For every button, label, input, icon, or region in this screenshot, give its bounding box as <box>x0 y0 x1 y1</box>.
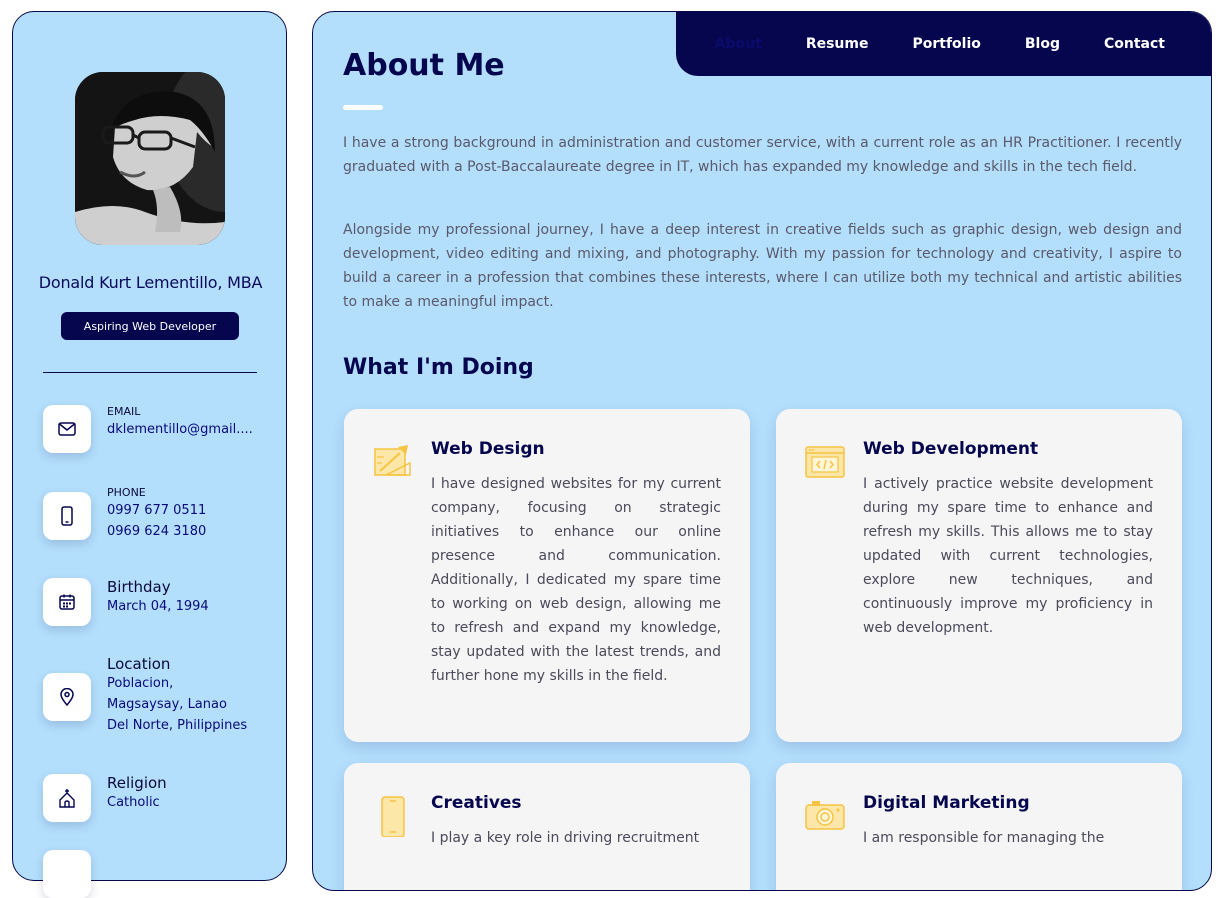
church-icon <box>43 774 91 822</box>
camera-icon <box>804 795 846 837</box>
contact-birthday-label: Birthday <box>107 578 171 596</box>
nav-contact[interactable]: Contact <box>1104 36 1165 52</box>
contact-birthday-value: March 04, 1994 <box>107 599 209 614</box>
service-text-creatives: I play a key role in driving recruitment <box>431 830 700 846</box>
phone-icon <box>43 492 91 540</box>
service-card-digital-marketing: Digital Marketing I am responsible for m… <box>776 763 1182 890</box>
service-title-creatives: Creatives <box>431 793 522 813</box>
nav-about[interactable]: About <box>715 36 762 52</box>
contact-email-label: EMAIL <box>107 405 141 418</box>
nav-blog[interactable]: Blog <box>1025 36 1060 52</box>
service-text-digital-marketing: I am responsible for managing the <box>863 830 1105 846</box>
about-paragraph-2: Alongside my professional journey, I hav… <box>343 222 1182 310</box>
contact-email-link[interactable]: dklementillo@gmail.... <box>107 419 253 440</box>
code-window-icon <box>804 441 846 483</box>
about-paragraph-1: I have a strong background in administra… <box>343 135 1182 175</box>
nav-resume[interactable]: Resume <box>806 36 869 52</box>
calendar-icon <box>43 578 91 626</box>
top-navbar: About Resume Portfolio Blog Contact <box>676 12 1211 76</box>
contact-location-label: Location <box>107 655 171 673</box>
location-pin-icon <box>43 673 91 721</box>
nav-portfolio[interactable]: Portfolio <box>912 36 980 52</box>
profile-title-badge: Aspiring Web Developer <box>61 312 239 340</box>
service-card-web-design: Web Design I have designed websites for … <box>344 409 750 742</box>
contact-religion-value: Catholic <box>107 795 160 810</box>
profile-sidebar: Donald Kurt Lementillo, MBA Aspiring Web… <box>12 11 287 898</box>
contact-religion-label: Religion <box>107 774 167 792</box>
profile-name: Donald Kurt Lementillo, MBA <box>38 273 263 292</box>
service-title-digital-marketing: Digital Marketing <box>863 793 1030 813</box>
contact-location-line2: Magsaysay, Lanao <box>107 697 227 712</box>
contact-location-line1: Poblacion, <box>107 676 174 691</box>
contact-phone-2[interactable]: 0969 624 3180 <box>107 521 206 542</box>
service-text-web-development: I actively practice website development … <box>863 476 1153 636</box>
contact-more-icon <box>43 850 91 898</box>
contact-location-line3: Del Norte, Philippines <box>107 718 248 733</box>
service-title-web-design: Web Design <box>431 439 545 459</box>
page-title: About Me <box>343 48 505 83</box>
service-card-web-development: Web Development I actively practice webs… <box>776 409 1182 742</box>
service-card-creatives: Creatives I play a key role in driving r… <box>344 763 750 890</box>
sidebar-divider <box>43 372 257 373</box>
mail-icon <box>43 405 91 453</box>
design-icon <box>372 441 414 483</box>
service-text-web-design: I have designed websites for my current … <box>431 476 721 684</box>
smartphone-icon <box>372 795 414 838</box>
services-heading: What I'm Doing <box>343 355 534 380</box>
service-title-web-development: Web Development <box>863 439 1039 459</box>
title-underline <box>343 105 383 110</box>
main-content: About Resume Portfolio Blog Contact Abou… <box>312 11 1212 891</box>
avatar <box>75 72 225 245</box>
contact-phone-1[interactable]: 0997 677 0511 <box>107 500 206 521</box>
contact-phone-label: PHONE <box>107 486 146 499</box>
